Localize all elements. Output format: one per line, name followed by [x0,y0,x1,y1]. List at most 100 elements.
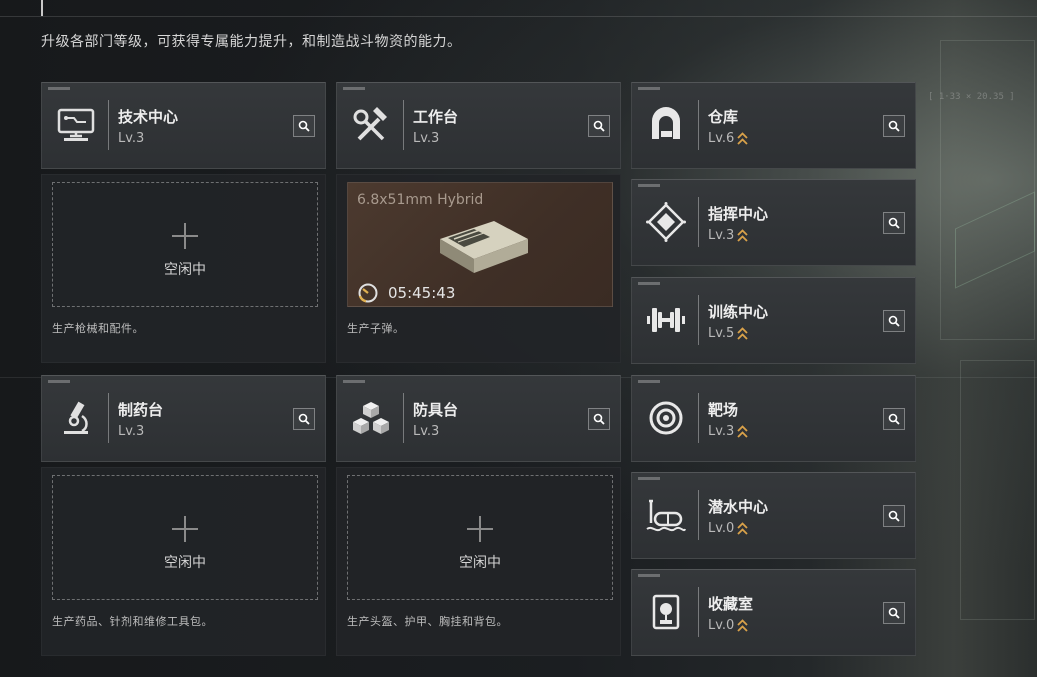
search-button[interactable] [883,212,905,234]
facility-card-workbench[interactable]: 工作台 Lv.3 [336,82,621,169]
search-button[interactable] [588,115,610,137]
card-divider [698,393,699,443]
panel-description: 生产头盔、护甲、胸挂和背包。 [347,615,508,628]
monitor-icon [54,101,98,149]
ammo-box-image [440,221,528,273]
panel-description: 生产子弹。 [347,322,405,335]
facility-level: Lv.5 [708,326,748,341]
search-button[interactable] [883,602,905,624]
facility-card-collection-room[interactable]: 收藏室 Lv.0 [631,569,916,656]
facility-level: Lv.6 [708,131,748,146]
idle-slot[interactable]: 空闲中 [52,182,318,307]
bg-structure [940,40,1035,340]
coord-readout: [ 1·33 × 20.35 ] [928,92,1015,102]
search-button[interactable] [293,408,315,430]
command-diamond-icon [644,198,688,246]
facility-name: 收藏室 [708,595,754,613]
level-text: Lv.3 [413,424,440,439]
facility-card-warehouse[interactable]: 仓库 Lv.6 [631,82,916,169]
search-icon [593,120,605,132]
display-case-icon [644,588,688,636]
warehouse-icon [644,101,688,149]
card-tag [638,282,660,285]
facility-name: 靶场 [708,401,739,419]
upgrade-arrows-icon [737,424,748,438]
search-button[interactable] [293,115,315,137]
level-text: Lv.3 [118,131,145,146]
panel-description: 生产枪械和配件。 [52,322,144,335]
facility-card-diving-center[interactable]: 潜水中心 Lv.0 [631,472,916,559]
facility-card-armor[interactable]: 防具台 Lv.3 [336,375,621,462]
idle-slot[interactable]: 空闲中 [52,475,318,600]
facility-name: 工作台 [413,108,459,126]
facility-name: 制药台 [118,401,164,419]
search-icon [888,510,900,522]
card-divider [403,393,404,443]
idle-slot[interactable]: 空闲中 [347,475,613,600]
level-text: Lv.3 [708,424,735,439]
card-divider [698,197,699,247]
card-tag [638,184,660,187]
card-tag [638,380,660,383]
card-divider [698,100,699,150]
level-text: Lv.3 [413,131,440,146]
facility-level: Lv.0 [708,521,748,536]
bg-structure [960,360,1035,620]
search-icon [298,413,310,425]
level-text: Lv.5 [708,326,735,341]
card-tag [48,87,70,90]
card-divider [698,295,699,345]
card-tag [48,380,70,383]
upgrade-arrows-icon [737,326,748,340]
search-icon [888,413,900,425]
idle-label: 空闲中 [164,262,206,278]
card-divider [698,490,699,540]
card-tag [343,87,365,90]
search-button[interactable] [883,505,905,527]
upgrade-arrows-icon [737,618,748,632]
facility-level: Lv.3 [708,228,748,243]
diving-mask-icon [644,491,688,539]
plus-icon [467,516,493,542]
card-divider [403,100,404,150]
idle-label: 空闲中 [459,555,501,571]
search-button[interactable] [883,310,905,332]
search-button[interactable] [588,408,610,430]
plus-icon [172,223,198,249]
card-tag [638,87,660,90]
search-icon [888,315,900,327]
production-panel-tech-center: 空闲中 生产枪械和配件。 [41,174,326,363]
upgrade-arrows-icon [737,131,748,145]
production-timer: 05:45:43 [388,284,456,302]
search-icon [888,607,900,619]
upgrade-arrows-icon [737,521,748,535]
production-panel-workbench: 6.8x51mm Hybrid 05:45:43 生产子弹。 [336,174,621,363]
facility-level: Lv.3 [118,131,144,146]
facility-level: Lv.3 [413,424,439,439]
facility-card-pharma[interactable]: 制药台 Lv.3 [41,375,326,462]
facility-card-training-center[interactable]: 训练中心 Lv.5 [631,277,916,364]
plus-icon [172,516,198,542]
level-text: Lv.3 [708,228,735,243]
search-icon [593,413,605,425]
level-text: Lv.6 [708,131,735,146]
level-text: Lv.0 [708,521,735,536]
facility-card-command-center[interactable]: 指挥中心 Lv.3 [631,179,916,266]
facility-level: Lv.3 [708,424,748,439]
facility-card-tech-center[interactable]: 技术中心 Lv.3 [41,82,326,169]
search-icon [298,120,310,132]
card-tag [638,477,660,480]
timer-icon [358,283,378,303]
facility-name: 潜水中心 [708,498,769,516]
upgrade-arrows-icon [737,228,748,242]
panel-description: 生产药品、针剂和维修工具包。 [52,615,213,628]
microscope-icon [54,394,98,442]
cubes-icon [349,394,393,442]
production-panel-pharma: 空闲中 生产药品、针剂和维修工具包。 [41,467,326,656]
search-icon [888,120,900,132]
search-button[interactable] [883,408,905,430]
facility-card-shooting-range[interactable]: 靶场 Lv.3 [631,375,916,462]
search-button[interactable] [883,115,905,137]
production-slot[interactable]: 6.8x51mm Hybrid 05:45:43 [347,182,613,307]
facility-name: 训练中心 [708,303,769,321]
